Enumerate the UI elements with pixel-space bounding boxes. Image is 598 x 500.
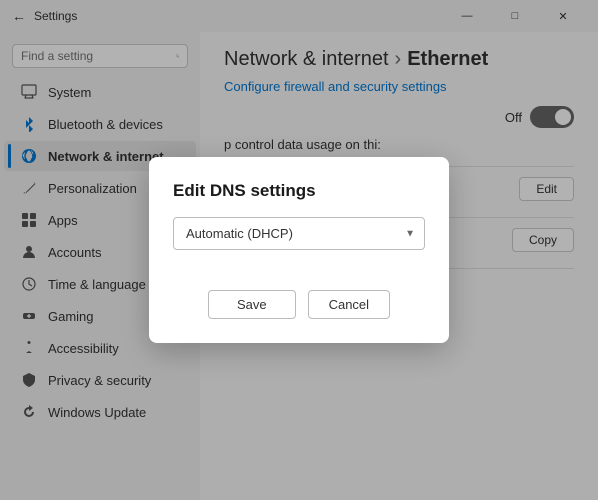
dns-select-wrapper: Automatic (DHCP) Manual ▼ <box>173 217 425 250</box>
cancel-button[interactable]: Cancel <box>308 290 390 319</box>
dialog-title: Edit DNS settings <box>173 181 425 201</box>
dns-mode-select[interactable]: Automatic (DHCP) Manual <box>173 217 425 250</box>
dialog-actions: Save Cancel <box>173 290 425 319</box>
save-button[interactable]: Save <box>208 290 296 319</box>
modal-overlay: Edit DNS settings Automatic (DHCP) Manua… <box>0 0 598 500</box>
edit-dns-dialog: Edit DNS settings Automatic (DHCP) Manua… <box>149 157 449 343</box>
